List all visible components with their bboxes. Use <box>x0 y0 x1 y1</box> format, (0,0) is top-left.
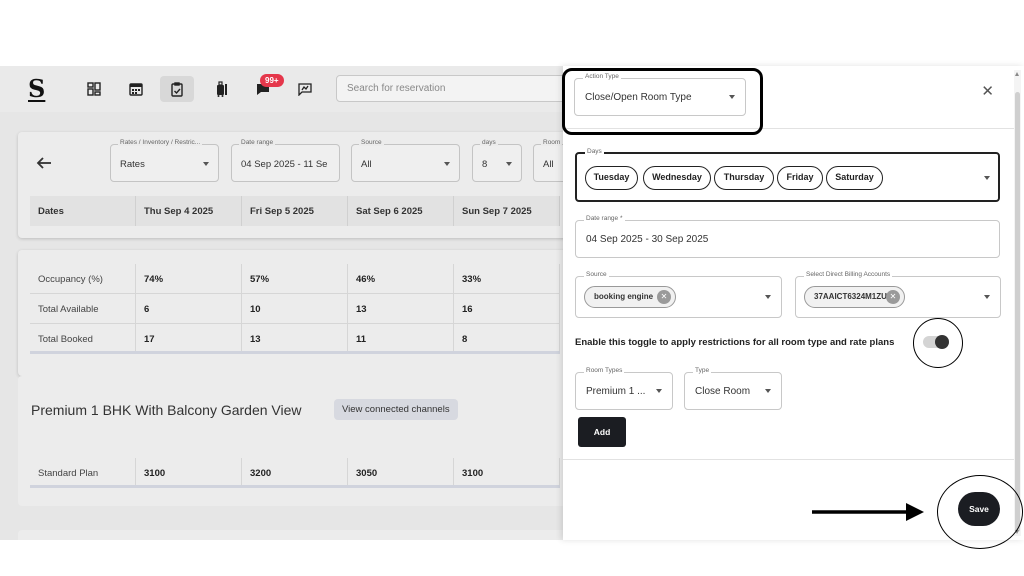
day-chip[interactable]: Thursday <box>714 166 774 190</box>
days-select[interactable]: days 8 <box>472 139 522 182</box>
highlight-action-type-box <box>562 68 763 135</box>
chevron-down-icon <box>984 295 990 299</box>
day-chip[interactable]: Wednesday <box>643 166 711 190</box>
app-logo: S <box>28 74 46 103</box>
view-connected-channels-button[interactable]: View connected channels <box>334 399 458 420</box>
close-icon[interactable]: ✕ <box>981 82 994 100</box>
feedback-icon[interactable] <box>288 76 322 102</box>
chevron-down-icon <box>444 162 450 166</box>
billing-account-chip[interactable]: 37AAICT6324M1ZU ✕ <box>804 286 905 308</box>
chevron-down-icon <box>984 176 990 180</box>
dates-header-row: Dates Thu Sep 4 2025 Fri Sep 5 2025 Sat … <box>30 196 560 226</box>
billing-accounts-multiselect[interactable]: Select Direct Billing Accounts 37AAICT63… <box>795 271 1001 318</box>
rates-clipboard-icon[interactable] <box>160 76 194 102</box>
panel-scrollbar[interactable] <box>1014 70 1021 536</box>
back-arrow-icon[interactable] <box>36 154 52 175</box>
remove-chip-icon[interactable]: ✕ <box>886 290 900 304</box>
dashboard-icon[interactable] <box>77 76 111 102</box>
type-select[interactable]: Type Close Room <box>684 367 782 410</box>
source-chip[interactable]: booking engine ✕ <box>584 286 676 308</box>
filters-card: Rates / Inventory / Restric... Rates Dat… <box>18 132 593 238</box>
remove-chip-icon[interactable]: ✕ <box>657 290 671 304</box>
scroll-up-icon[interactable] <box>1015 72 1019 76</box>
dates-header-cell: Fri Sep 5 2025 <box>242 196 348 226</box>
dates-header-cell: Dates <box>30 196 136 226</box>
room-title: Premium 1 BHK With Balcony Garden View <box>31 402 302 418</box>
dates-header-cell: Thu Sep 4 2025 <box>136 196 242 226</box>
day-chip[interactable]: Tuesday <box>585 166 638 190</box>
date-range-filter[interactable]: Date range 04 Sep 2025 - 11 Se <box>231 139 340 182</box>
table-row: Standard Plan 3100 3200 3050 3100 <box>30 458 560 488</box>
chevron-down-icon <box>506 162 512 166</box>
scrollbar-thumb[interactable] <box>1015 92 1020 532</box>
notification-badge: 99+ <box>260 74 284 87</box>
apply-all-toggle-label: Enable this toggle to apply restrictions… <box>575 337 895 348</box>
highlight-save-circle <box>937 475 1023 549</box>
luggage-icon[interactable] <box>204 76 238 102</box>
table-row: Total Booked 17 13 11 8 <box>30 324 560 354</box>
days-multiselect[interactable]: Days Tuesday Wednesday Thursday Friday S… <box>575 148 1000 202</box>
dates-header-cell: Sun Sep 7 2025 <box>454 196 560 226</box>
room-types-select[interactable]: Room Types Premium 1 ... <box>575 367 673 410</box>
add-button[interactable]: Add <box>578 417 626 447</box>
table-row: Total Available 6 10 13 16 <box>30 294 560 324</box>
table-row: Occupancy (%) 74% 57% 46% 33% <box>30 264 560 294</box>
divider <box>563 459 1015 460</box>
day-chip[interactable]: Friday <box>777 166 823 190</box>
chevron-down-icon <box>656 389 662 393</box>
chevron-down-icon <box>765 389 771 393</box>
source-multiselect[interactable]: Source booking engine ✕ <box>575 271 782 318</box>
stats-card: Occupancy (%) 74% 57% 46% 33% Total Avai… <box>18 250 578 376</box>
source-select[interactable]: Source All <box>351 139 460 182</box>
calendar-icon[interactable] <box>119 76 153 102</box>
search-input[interactable]: Search for reservation <box>336 75 576 102</box>
date-range-input[interactable]: Date range * 04 Sep 2025 - 30 Sep 2025 <box>575 215 1000 258</box>
view-select[interactable]: Rates / Inventory / Restric... Rates <box>110 139 219 182</box>
day-chip[interactable]: Saturday <box>826 166 883 190</box>
next-card <box>18 530 578 540</box>
pointer-arrow-icon <box>812 503 924 521</box>
dates-header-cell: Sat Sep 6 2025 <box>348 196 454 226</box>
highlight-toggle-circle <box>913 318 963 368</box>
chevron-down-icon <box>765 295 771 299</box>
chevron-down-icon <box>203 162 209 166</box>
restriction-drawer: Action Type Close/Open Room Type ✕ Days … <box>563 66 1024 540</box>
